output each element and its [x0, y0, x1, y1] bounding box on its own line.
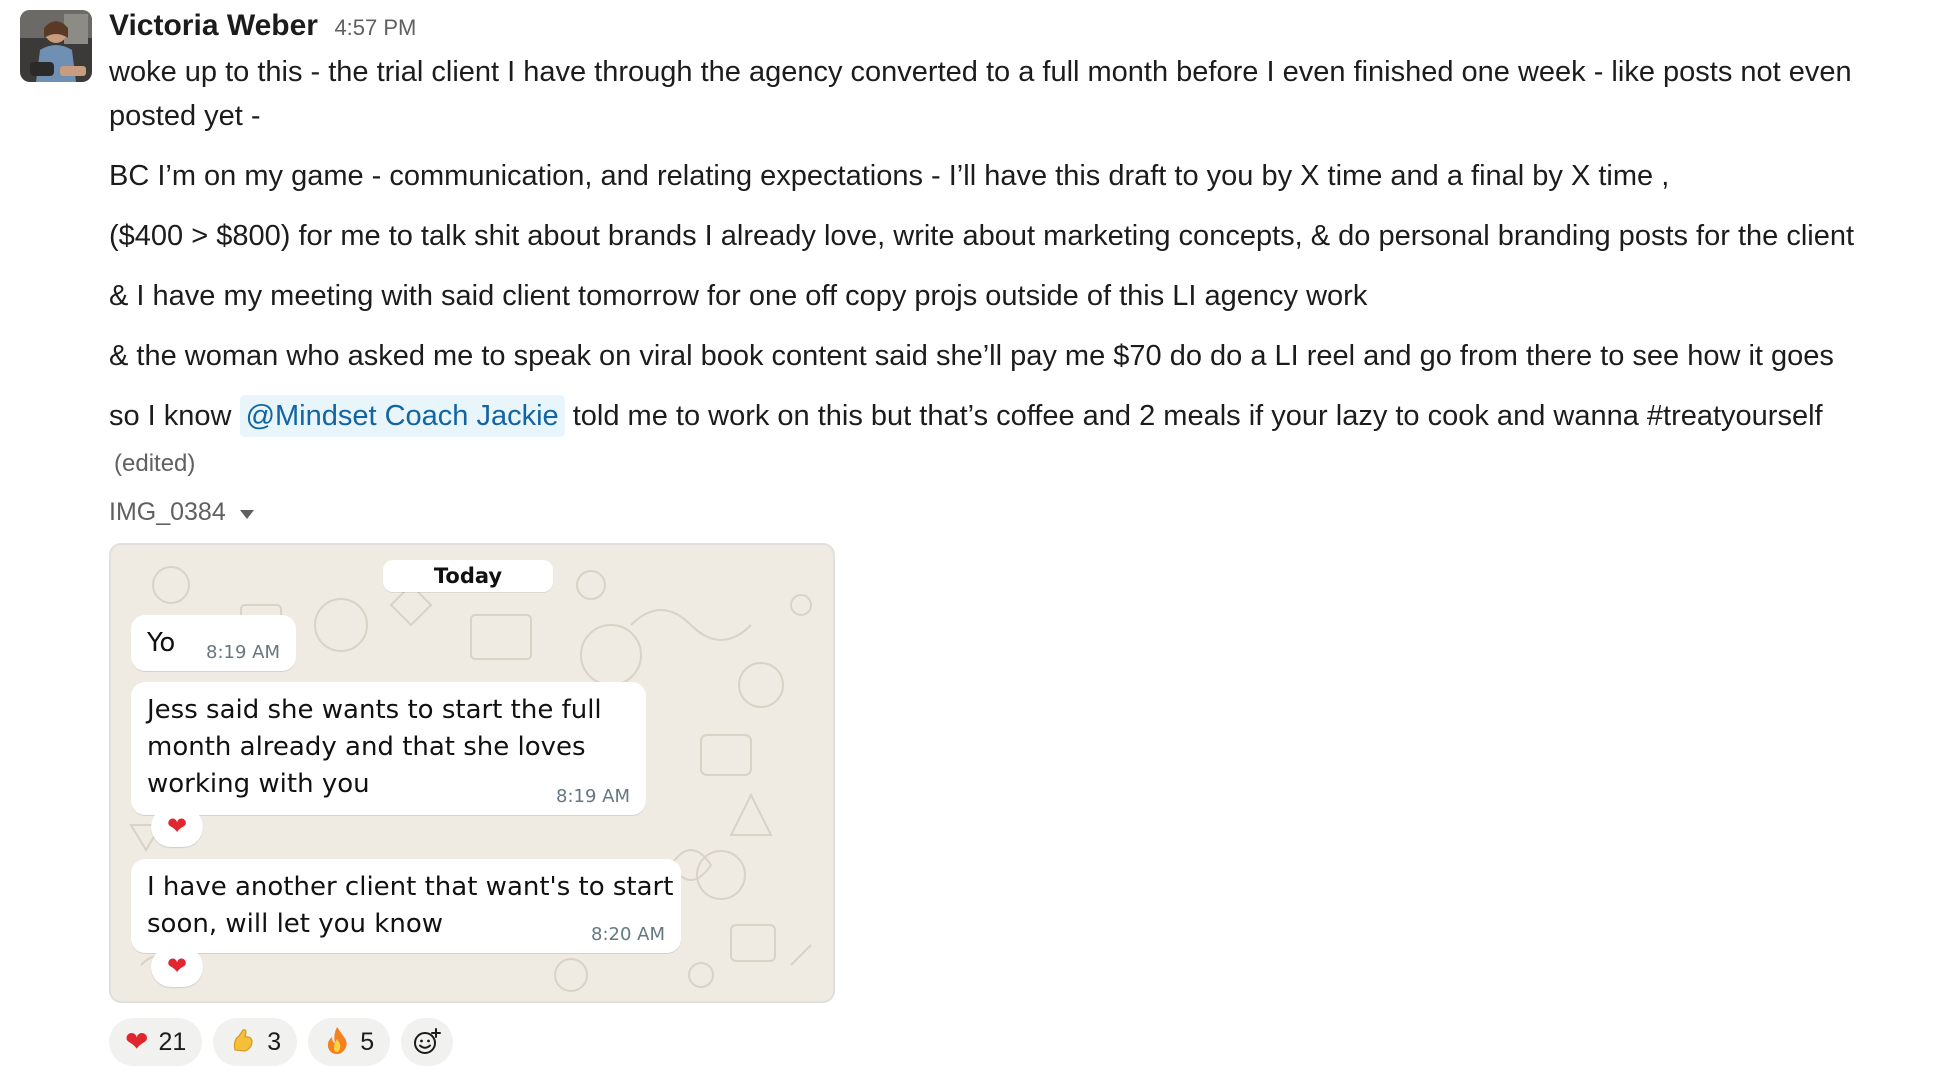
caret-down-icon[interactable]: [239, 509, 254, 519]
chat-bubble-time: 8:19 AM: [206, 642, 280, 663]
message-paragraph-with-mention: so I know @Mindset Coach Jackie told me …: [109, 394, 1929, 438]
paragraph-text: told me to work on this but that’s coffe…: [564, 400, 1823, 432]
author-name[interactable]: Victoria Weber: [109, 9, 318, 42]
reaction-heart[interactable]: ❤ 21: [109, 1018, 203, 1066]
reaction-count: 21: [158, 1027, 187, 1056]
add-reaction-button[interactable]: [401, 1018, 454, 1066]
reactions-bar: ❤ 21 3 5: [109, 1018, 454, 1066]
chat-bubble: Jess said she wants to start the full mo…: [131, 682, 646, 815]
chat-bubble-time: 8:19 AM: [556, 786, 630, 807]
chat-bubble: Yo 8:19 AM: [131, 615, 296, 671]
pinched-fingers-icon: [229, 1026, 257, 1059]
message-paragraph: woke up to this - the trial client I hav…: [109, 56, 1852, 132]
reaction-pinched-fingers[interactable]: 3: [213, 1018, 298, 1066]
chat-line: Jess said she wants to start the full: [147, 695, 602, 725]
message-paragraph: & the woman who asked me to speak on vir…: [109, 340, 1834, 372]
message-body: woke up to this - the trial client I hav…: [109, 50, 1929, 486]
reaction-fire[interactable]: 5: [308, 1018, 391, 1066]
chat-date-separator: Today: [383, 560, 553, 592]
message-header: Victoria Weber 4:57 PM: [109, 9, 416, 43]
heart-reaction-icon: ❤: [151, 947, 203, 987]
fire-icon: [324, 1025, 350, 1060]
chat-line: month already and that she loves: [147, 732, 586, 762]
image-attachment[interactable]: Today Yo 8:19 AM Jess said she wants to …: [109, 543, 835, 1003]
chat-bubble-time: 8:20 AM: [591, 924, 665, 945]
chat-line: I have another client that want's to sta…: [147, 872, 674, 902]
message-paragraph: & I have my meeting with said client tom…: [109, 280, 1368, 312]
paragraph-text: so I know: [109, 400, 240, 432]
chat-bubble-text: Jess said she wants to start the full mo…: [147, 692, 602, 803]
message-paragraph: ($400 > $800) for me to talk shit about …: [109, 220, 1855, 252]
heart-icon: ❤: [125, 1025, 149, 1058]
message-paragraph: BC I’m on my game - communication, and r…: [109, 160, 1670, 192]
edited-label: (edited): [114, 450, 196, 477]
user-mention[interactable]: @Mindset Coach Jackie: [239, 395, 565, 437]
message-timestamp[interactable]: 4:57 PM: [334, 15, 416, 40]
reaction-count: 5: [360, 1027, 375, 1056]
chat-line: working with you: [147, 769, 370, 799]
attachment-header[interactable]: IMG_0384: [109, 498, 254, 527]
chat-bubble: I have another client that want's to sta…: [131, 859, 681, 953]
add-emoji-icon: [414, 1028, 442, 1054]
reaction-count: 3: [267, 1027, 282, 1056]
attachment-filename[interactable]: IMG_0384: [109, 498, 226, 527]
avatar[interactable]: [20, 10, 92, 82]
heart-reaction-icon: ❤: [151, 807, 203, 847]
avatar-photo: [20, 10, 92, 82]
slack-message: Victoria Weber 4:57 PM woke up to this -…: [0, 0, 1938, 1066]
chat-bubble-text: Yo: [147, 628, 176, 658]
